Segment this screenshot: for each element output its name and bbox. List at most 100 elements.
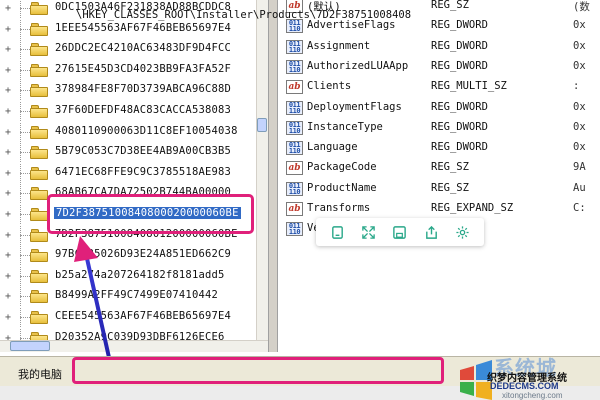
expand-toggle-icon[interactable]: + bbox=[2, 24, 14, 35]
expand-toggle-icon[interactable]: + bbox=[2, 291, 14, 302]
settings-icon bbox=[456, 225, 469, 239]
registry-value-row[interactable]: 011 110 AuthorizedLUAApp REG_DWORD 0x bbox=[278, 57, 600, 77]
registry-value-row[interactable]: 011 110 ProductName REG_SZ Au bbox=[278, 179, 600, 199]
tree-hscroll-thumb[interactable] bbox=[10, 341, 50, 351]
value-type: REG_DWORD bbox=[431, 100, 488, 113]
string-value-icon: ab bbox=[286, 161, 303, 176]
registry-value-row[interactable]: 011 110 InstanceType REG_DWORD 0x bbox=[278, 118, 600, 138]
expand-toggle-icon[interactable]: + bbox=[2, 3, 14, 14]
tree-guide-line bbox=[20, 131, 30, 133]
folder-icon bbox=[30, 125, 49, 139]
tree-key-item[interactable]: +26DDC2EC4210AC63483DF9D4FCC bbox=[0, 40, 268, 60]
value-name: DeploymentFlags bbox=[307, 100, 402, 113]
registry-value-row[interactable]: 011 110 DeploymentFlags REG_DWORD 0x bbox=[278, 98, 600, 118]
binary-value-icon: 011 110 bbox=[286, 39, 303, 54]
folder-icon bbox=[30, 290, 49, 304]
tree-key-label: 26DDC2EC4210AC63483DF9D4FCC bbox=[55, 42, 232, 55]
tree-key-item[interactable]: + CEEE545563AF67F46BEB65697E4 bbox=[0, 308, 268, 327]
pane-splitter[interactable] bbox=[268, 0, 278, 352]
value-type: REG_DWORD bbox=[431, 59, 488, 72]
share-button[interactable] bbox=[422, 223, 440, 241]
tree-guide-line bbox=[20, 90, 30, 92]
tree-vertical-scrollbar[interactable] bbox=[256, 0, 268, 352]
registry-key-tree[interactable]: +0DC1503A46F231838AD88BCDDC8 +1EEE545563A… bbox=[0, 0, 268, 352]
expand-toggle-icon[interactable]: + bbox=[2, 188, 14, 199]
binary-value-icon: 011 110 bbox=[286, 222, 303, 237]
tree-guide-line bbox=[20, 28, 30, 30]
tree-key-item[interactable]: + b25a274a207264182f8181add5 bbox=[0, 266, 268, 286]
registry-value-row[interactable]: ab Transforms REG_EXPAND_SZ C: bbox=[278, 199, 600, 219]
value-name: ProductName bbox=[307, 181, 377, 194]
folder-icon bbox=[30, 63, 49, 77]
value-data: 0x bbox=[573, 39, 586, 52]
expand-button[interactable] bbox=[360, 223, 378, 241]
settings-button[interactable] bbox=[453, 223, 471, 241]
registry-value-row[interactable]: 011 110 Assignment REG_DWORD 0x bbox=[278, 37, 600, 57]
expand-toggle-icon[interactable]: + bbox=[2, 168, 14, 179]
expand-toggle-icon[interactable]: + bbox=[2, 209, 14, 220]
value-name: AdvertiseFlags bbox=[307, 19, 396, 32]
tree-guide-line bbox=[20, 111, 30, 112]
tree-key-item[interactable]: +378984FE8F70D3739ABCA96C88D bbox=[0, 81, 268, 101]
floating-image-toolbar bbox=[316, 218, 484, 246]
tree-guide-line bbox=[20, 152, 30, 154]
tree-guide-line bbox=[20, 49, 30, 51]
status-key-path: \HKEY_CLASSES_ROOT\Installer\Products\7D… bbox=[76, 9, 412, 21]
value-data: 0x bbox=[573, 120, 586, 133]
value-name: Language bbox=[307, 141, 358, 154]
expand-toggle-icon[interactable]: + bbox=[2, 230, 14, 241]
value-type: REG_EXPAND_SZ bbox=[431, 202, 514, 214]
value-type: REG_MULTI_SZ bbox=[431, 80, 507, 93]
tree-key-item[interactable]: +5B79C053C7D38EE4AB9A00CB3B5 bbox=[0, 143, 268, 163]
expand-toggle-icon[interactable]: + bbox=[2, 127, 14, 138]
value-type: REG_SZ bbox=[431, 0, 469, 11]
tree-key-label: 378984FE8F70D3739ABCA96C88D bbox=[55, 83, 232, 96]
expand-toggle-icon[interactable]: + bbox=[2, 65, 14, 76]
tree-key-item[interactable]: +1EEE545563AF67F46BEB65697E4 bbox=[0, 19, 268, 39]
string-value-icon: ab bbox=[286, 202, 303, 216]
tree-guide-line bbox=[20, 214, 30, 215]
tree-key-label: 4080110900063D11C8EF10054038 bbox=[55, 124, 238, 137]
value-name: AuthorizedLUAApp bbox=[307, 59, 409, 72]
value-data: : bbox=[573, 80, 580, 93]
save-button[interactable] bbox=[391, 223, 409, 241]
expand-toggle-icon[interactable]: + bbox=[2, 106, 14, 117]
tree-key-item[interactable]: +27615E45D3CD4023BB9FA3FA52F bbox=[0, 60, 268, 80]
tree-key-item[interactable]: +4080110900063D11C8EF10054038 bbox=[0, 122, 268, 142]
folder-icon bbox=[30, 166, 49, 180]
expand-toggle-icon[interactable]: + bbox=[2, 85, 14, 96]
binary-value-icon: 011 110 bbox=[286, 19, 303, 34]
tree-key-label: 37F60DEFDF48AC83CACCA538083 bbox=[55, 104, 232, 116]
tree-key-item[interactable]: +6471EC68FFE9C9C3785518AE983 bbox=[0, 163, 268, 183]
binary-value-icon: 011 110 bbox=[286, 120, 303, 135]
copy-button[interactable] bbox=[329, 223, 347, 241]
folder-icon bbox=[30, 105, 49, 118]
copy-icon bbox=[332, 225, 343, 239]
registry-values-list[interactable]: ab (默认) REG_SZ (数 011 110 AdvertiseFlags REG_DW… bbox=[278, 0, 600, 352]
tree-guide-line bbox=[20, 255, 30, 257]
tree-guide-line bbox=[20, 8, 30, 9]
folder-icon bbox=[30, 249, 49, 263]
tree-key-item[interactable]: + B8499A2FF49C7499E07410442 bbox=[0, 287, 268, 307]
expand-toggle-icon[interactable]: + bbox=[2, 250, 14, 261]
tree-guide-line bbox=[20, 0, 21, 18]
expand-toggle-icon[interactable]: + bbox=[2, 44, 14, 55]
registry-value-row[interactable]: ab PackageCode REG_SZ 9A bbox=[278, 158, 600, 178]
value-type: REG_DWORD bbox=[431, 120, 488, 133]
registry-value-row[interactable]: 011 110 Language REG_DWORD 0x bbox=[278, 138, 600, 158]
binary-value-icon: 011 110 bbox=[286, 59, 303, 74]
tree-key-label: 1EEE545563AF67F46BEB65697E4 bbox=[55, 21, 232, 34]
expand-toggle-icon[interactable]: + bbox=[2, 312, 14, 323]
expand-toggle-icon[interactable]: + bbox=[2, 147, 14, 158]
registry-value-row[interactable]: ab Clients REG_MULTI_SZ: bbox=[278, 77, 600, 97]
tree-scroll-thumb[interactable] bbox=[257, 118, 267, 132]
binary-value-icon: 011 110 bbox=[286, 141, 303, 156]
expand-toggle-icon[interactable]: + bbox=[2, 271, 14, 282]
folder-icon bbox=[30, 84, 49, 98]
tree-guide-line bbox=[20, 234, 30, 236]
tree-key-item[interactable]: +97BCC25026D93E24A851ED662C9 bbox=[0, 246, 268, 266]
status-computer-label: 我的电脑 bbox=[18, 369, 62, 381]
share-icon bbox=[425, 225, 437, 239]
value-type: REG_DWORD bbox=[431, 19, 488, 32]
tree-key-item[interactable]: +37F60DEFDF48AC83CACCA538083 bbox=[0, 102, 268, 121]
